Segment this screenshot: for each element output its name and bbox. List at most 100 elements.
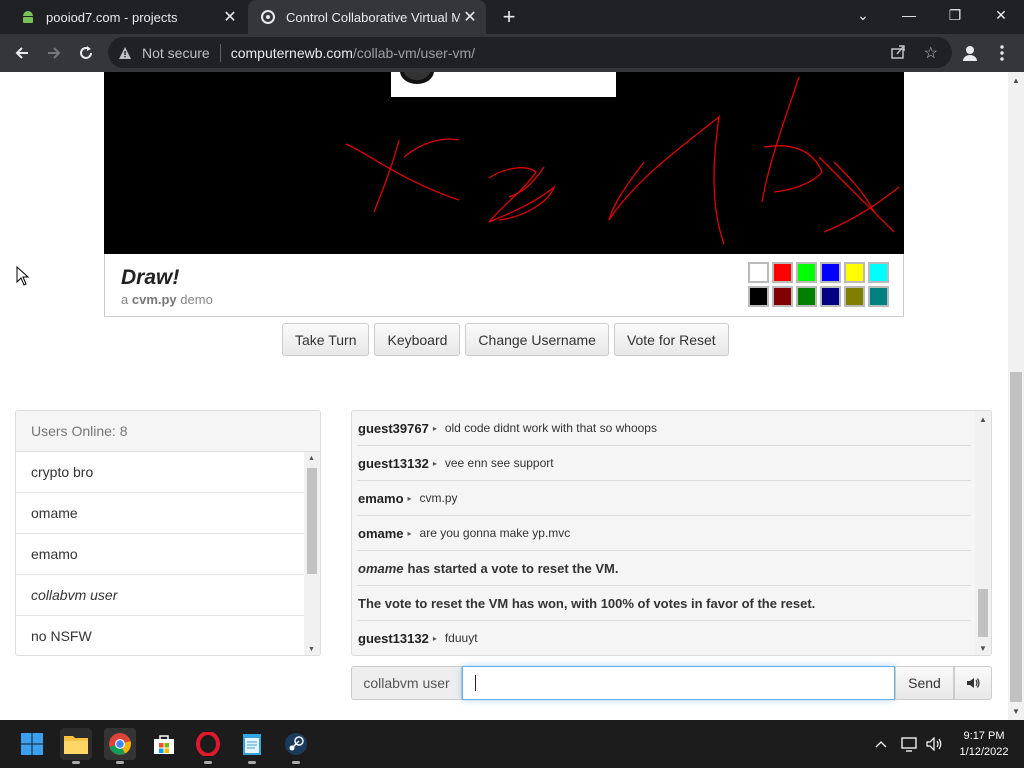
color-swatch[interactable]	[748, 262, 769, 283]
page-scrollbar[interactable]: ▲ ▼	[1008, 72, 1024, 720]
store-icon[interactable]	[148, 728, 180, 760]
caret-right-icon: ▸	[432, 458, 437, 468]
caret-right-icon: ▸	[407, 493, 412, 503]
security-label: Not secure	[142, 44, 210, 61]
scroll-up-icon[interactable]: ▲	[1012, 76, 1020, 85]
vote-reset-button[interactable]: Vote for Reset	[613, 323, 729, 356]
system-message-text: The vote to reset the VM has won, with 1…	[358, 595, 816, 611]
browser-tab-bar: pooiod7.com - projects ✕ Control Collabo…	[0, 0, 1024, 34]
network-icon[interactable]	[898, 732, 920, 756]
caret-right-icon: ▸	[432, 633, 437, 643]
close-tab-icon[interactable]: ✕	[220, 7, 240, 27]
chat-text: cvm.py	[419, 491, 458, 505]
chat-message: guest13132 ▸ vee enn see support	[357, 446, 971, 481]
tab-title: pooiod7.com - projects	[46, 9, 178, 25]
user-list-item[interactable]: no NSFW	[16, 616, 304, 655]
color-palette	[748, 262, 892, 307]
minimize-icon[interactable]: —	[886, 0, 932, 30]
taskbar-clock[interactable]: 9:17 PM 1/12/2022	[952, 728, 1016, 760]
mouse-pointer-icon	[16, 266, 30, 286]
bookmark-star-icon[interactable]: ☆	[924, 43, 938, 63]
user-list-item[interactable]: emamo	[16, 534, 304, 575]
tab-search-icon[interactable]: ⌄	[840, 0, 886, 30]
new-tab-icon[interactable]: +	[496, 4, 522, 30]
chat-panel: guest39767 ▸ old code didnt work with that…	[351, 410, 992, 656]
color-swatch[interactable]	[796, 286, 817, 307]
warning-icon[interactable]	[118, 46, 136, 60]
chat-messages: guest39767 ▸ old code didnt work with that…	[357, 411, 971, 655]
color-swatch[interactable]	[772, 262, 793, 283]
url-host: computernewb.com	[230, 44, 353, 61]
keyboard-button[interactable]: Keyboard	[374, 323, 461, 356]
color-swatch[interactable]	[748, 286, 769, 307]
restore-icon[interactable]: ❐	[932, 0, 978, 30]
divider	[219, 43, 221, 62]
vm-display[interactable]	[104, 72, 904, 254]
chat-text: are you gonna make yp.mvc	[419, 526, 571, 540]
volume-icon[interactable]	[924, 732, 946, 756]
scroll-down-icon[interactable]: ▼	[979, 644, 987, 653]
close-tab-icon[interactable]: ✕	[460, 7, 480, 27]
reload-icon[interactable]	[72, 39, 100, 67]
scroll-up-icon[interactable]: ▲	[979, 415, 987, 424]
user-list-item[interactable]: collabvm user	[16, 575, 304, 616]
start-icon[interactable]	[16, 728, 48, 760]
tab-collabvm[interactable]: Control Collaborative Virtual Mac ✕	[248, 0, 486, 34]
chat-message: emamo ▸ cvm.py	[357, 481, 971, 516]
chat-input-row: collabvm user Send	[351, 666, 992, 700]
color-swatch[interactable]	[820, 286, 841, 307]
chat-message: guest13132 ▸ fduuyt	[357, 621, 971, 655]
chat-message: omame has started a vote to reset the VM.	[357, 551, 971, 586]
browser-toolbar: Not secure computernewb.com/collab-vm/us…	[0, 34, 1024, 72]
chat-input[interactable]	[462, 666, 895, 700]
change-username-button[interactable]: Change Username	[465, 323, 609, 356]
address-bar[interactable]: Not secure computernewb.com/collab-vm/us…	[108, 37, 952, 68]
volume-button[interactable]	[954, 666, 992, 700]
chrome-icon[interactable]	[104, 728, 136, 764]
color-swatch[interactable]	[820, 262, 841, 283]
speaker-icon	[967, 678, 980, 688]
chat-text: vee enn see support	[444, 456, 554, 470]
page-content: Draw! a cvm.py demo Take Turn Keyboard C…	[0, 72, 1008, 720]
show-hidden-icons-icon[interactable]	[872, 732, 890, 756]
chat-scrollbar[interactable]: ▲ ▼	[975, 411, 991, 655]
color-swatch[interactable]	[868, 286, 889, 307]
chat-text: old code didnt work with that so whoops	[444, 421, 657, 435]
scroll-down-icon[interactable]: ▼	[308, 646, 315, 653]
page-scroll-thumb[interactable]	[1010, 372, 1022, 702]
scroll-thumb[interactable]	[978, 589, 988, 637]
notepad-icon[interactable]	[236, 728, 268, 764]
chat-username[interactable]: guest39767	[358, 421, 429, 436]
file-explorer-icon[interactable]	[60, 728, 92, 764]
users-scrollbar[interactable]: ▲ ▼	[304, 452, 320, 655]
take-turn-button[interactable]: Take Turn	[282, 323, 370, 356]
subtitle-link: cvm.py	[131, 292, 177, 307]
color-swatch[interactable]	[868, 262, 889, 283]
chat-username[interactable]: guest13132	[358, 456, 429, 471]
close-window-icon[interactable]: ✕	[978, 0, 1024, 30]
color-swatch[interactable]	[844, 286, 865, 307]
scroll-thumb[interactable]	[307, 468, 317, 574]
chat-username[interactable]: emamo	[358, 491, 404, 506]
color-swatch[interactable]	[772, 286, 793, 307]
scroll-down-icon[interactable]: ▼	[1012, 707, 1020, 716]
user-list-item[interactable]: crypto bro	[16, 452, 304, 493]
clock-time: 9:17 PM	[963, 730, 1005, 742]
chat-username[interactable]: guest13132	[358, 631, 429, 646]
profile-icon[interactable]	[956, 39, 984, 67]
menu-icon[interactable]	[988, 39, 1016, 67]
color-swatch[interactable]	[844, 262, 865, 283]
user-list-item[interactable]: omame	[16, 493, 304, 534]
android-icon	[20, 9, 36, 25]
chat-username[interactable]: omame	[358, 526, 404, 541]
url-path: /collab-vm/user-vm/	[352, 44, 476, 61]
tab-projects[interactable]: pooiod7.com - projects ✕	[8, 0, 246, 34]
back-icon[interactable]	[8, 39, 36, 67]
steam-icon[interactable]	[280, 728, 312, 764]
scroll-up-icon[interactable]: ▲	[308, 455, 315, 462]
opera-icon[interactable]	[192, 728, 224, 764]
send-button[interactable]: Send	[895, 666, 954, 700]
share-icon[interactable]	[890, 44, 906, 63]
forward-icon[interactable]	[40, 39, 68, 67]
color-swatch[interactable]	[796, 262, 817, 283]
